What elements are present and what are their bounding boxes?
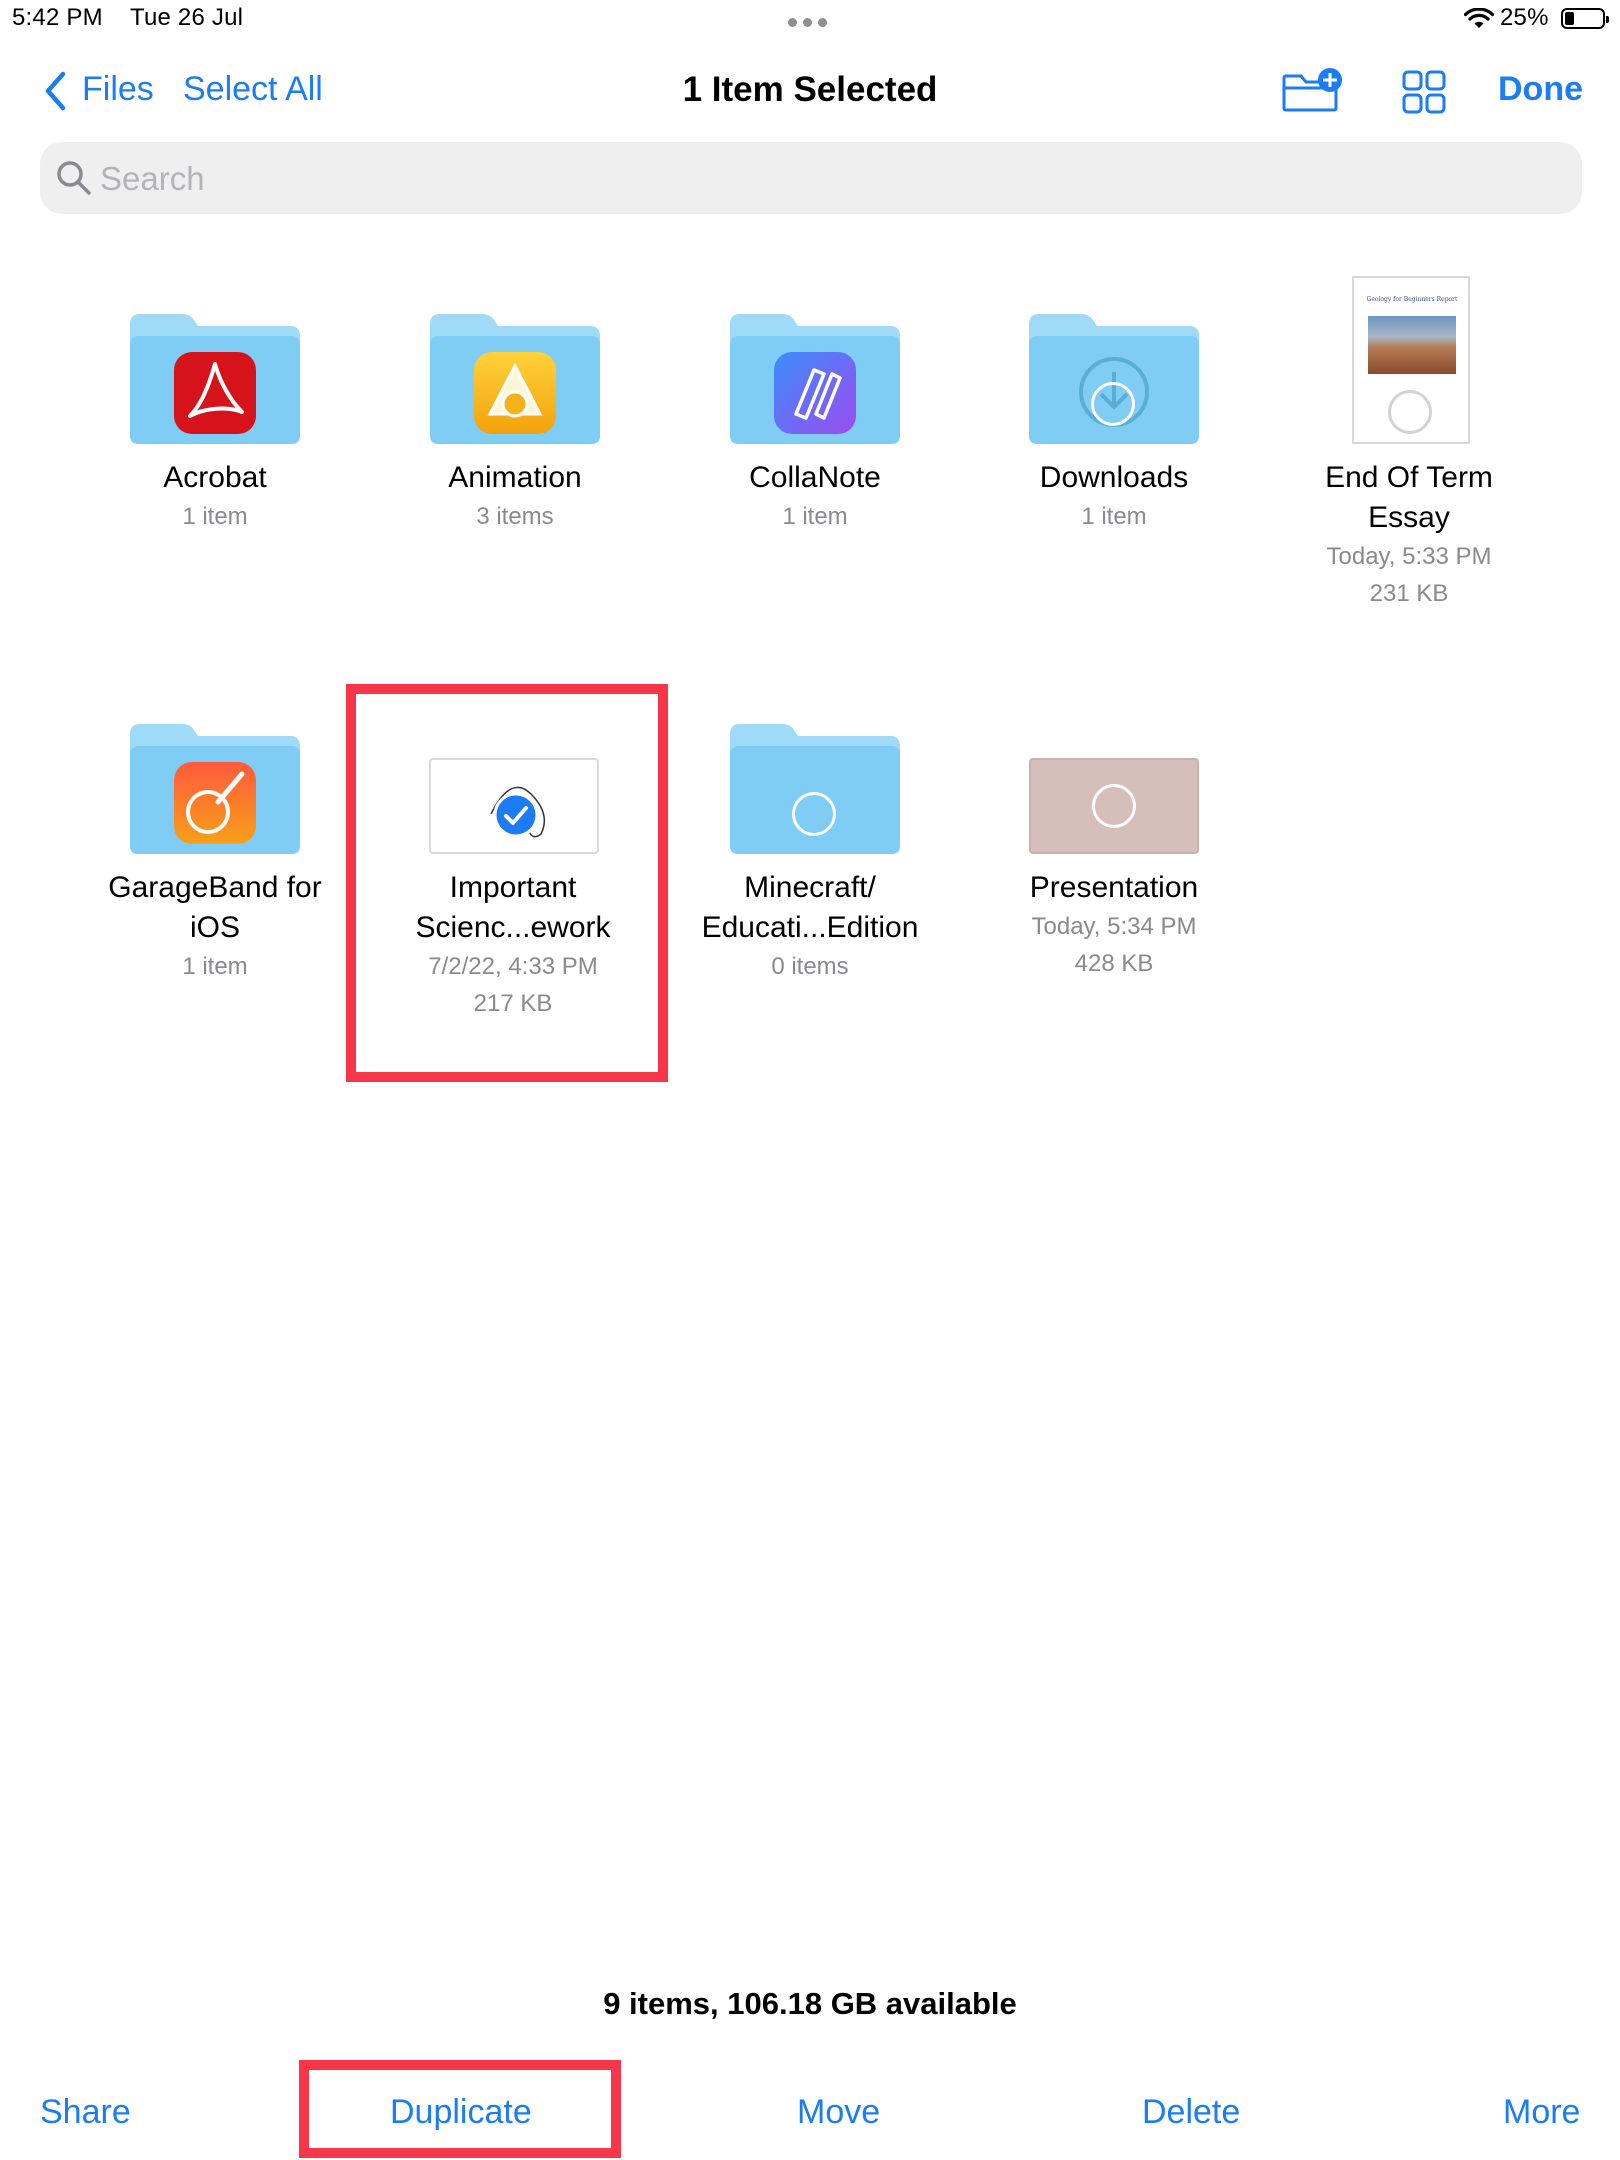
item-name: Downloads [1039, 461, 1189, 494]
item-meta: Today, 5:34 PM [1031, 913, 1197, 940]
presentation-thumbnail[interactable] [1029, 758, 1199, 854]
item-name-line: Minecraft/ [744, 871, 876, 904]
selection-circle[interactable] [1388, 390, 1432, 434]
folder-icon[interactable] [730, 720, 900, 856]
done-button[interactable]: Done [1498, 70, 1583, 109]
highlight-box-duplicate [299, 2060, 621, 2158]
status-time: 5:42 PM [12, 4, 103, 31]
storage-info: 9 items, 106.18 GB available [603, 1986, 1017, 2021]
list-item[interactable]: Presentation Today, 5:34 PM 428 KB [969, 868, 1259, 982]
item-meta: 1 item [182, 503, 248, 530]
folder-icon[interactable] [430, 310, 600, 446]
list-item[interactable]: End Of Term Essay Today, 5:33 PM 231 KB [1264, 458, 1554, 612]
document-thumbnail[interactable]: Geology for Beginners Report [1352, 276, 1470, 444]
garageband-icon [174, 762, 256, 844]
move-button[interactable]: Move [797, 2093, 880, 2132]
more-button[interactable]: More [1503, 2093, 1580, 2132]
item-name-line: End Of Term [1325, 461, 1493, 494]
list-item[interactable]: CollaNote 1 item [670, 458, 960, 535]
wifi-icon [1464, 8, 1494, 28]
item-meta: 231 KB [1369, 580, 1449, 607]
list-item[interactable]: Minecraft/ Educati...Edition 0 items [665, 868, 955, 985]
item-name: Animation [448, 461, 582, 494]
search-input[interactable] [98, 150, 1562, 208]
grid-view-icon[interactable] [1402, 70, 1446, 114]
selection-circle[interactable] [792, 792, 836, 836]
folder-icon[interactable] [130, 720, 300, 856]
highlight-box-selected-file [346, 684, 668, 1082]
thumb-title: Geology for Beginners Report [1366, 296, 1458, 303]
item-meta: 428 KB [1074, 950, 1154, 977]
status-date: Tue 26 Jul [130, 4, 244, 31]
item-meta: 0 items [771, 953, 849, 980]
item-name-line: Essay [1368, 501, 1450, 534]
item-name: Presentation [1029, 871, 1199, 904]
item-name: CollaNote [749, 461, 881, 494]
selection-circle[interactable] [1091, 382, 1135, 426]
item-meta: 1 item [1081, 503, 1147, 530]
item-meta: Today, 5:33 PM [1326, 543, 1492, 570]
share-button[interactable]: Share [40, 2093, 131, 2132]
list-item[interactable]: Acrobat 1 item [70, 458, 360, 535]
folder-icon[interactable] [1029, 310, 1199, 446]
folder-icon[interactable] [130, 310, 300, 446]
battery-icon [1561, 8, 1609, 29]
multitasking-dots-icon[interactable] [788, 18, 834, 28]
thumb-photo [1368, 316, 1456, 374]
item-meta: 3 items [476, 503, 554, 530]
page-title: 1 Item Selected [682, 70, 938, 109]
item-name-line: iOS [189, 911, 240, 944]
selection-circle[interactable] [1092, 784, 1136, 828]
battery-percentage: 25% [1500, 4, 1549, 31]
list-item[interactable]: Downloads 1 item [969, 458, 1259, 535]
item-name: Acrobat [163, 461, 267, 494]
item-name-line: Educati...Edition [701, 911, 919, 944]
item-meta: 1 item [182, 953, 248, 980]
list-item[interactable]: Animation 3 items [370, 458, 660, 535]
new-folder-icon[interactable] [1280, 66, 1344, 114]
folder-icon[interactable] [730, 310, 900, 446]
list-item[interactable]: GarageBand for iOS 1 item [70, 868, 360, 985]
item-meta: 1 item [782, 503, 848, 530]
item-name-line: GarageBand for [108, 871, 322, 904]
delete-button[interactable]: Delete [1142, 2093, 1240, 2132]
search-icon [57, 161, 91, 195]
acrobat-icon [174, 352, 256, 434]
collanote-icon [774, 352, 856, 434]
animation-app-icon [474, 352, 556, 434]
